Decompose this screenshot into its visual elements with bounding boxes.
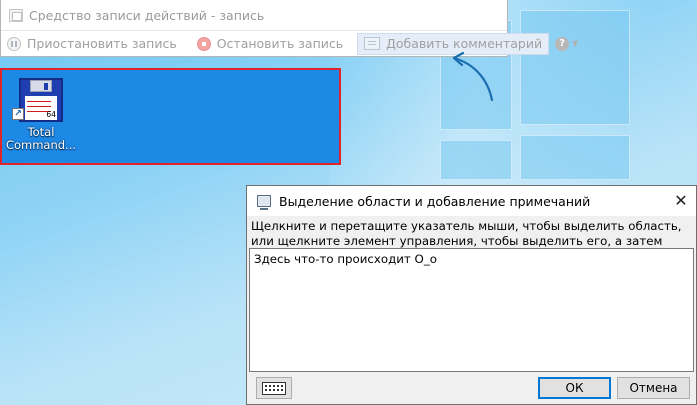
- wallpaper-window-pane: [440, 140, 512, 180]
- stop-icon: [196, 36, 211, 51]
- ok-button[interactable]: ОК: [538, 377, 611, 399]
- recorder-app-icon: [9, 8, 23, 22]
- recorder-toolbar: Приостановить запись Остановить запись Д…: [1, 30, 578, 56]
- stop-record-button[interactable]: Остановить запись: [191, 33, 349, 55]
- dialog-title: Выделение области и добавление примечани…: [279, 193, 591, 209]
- close-icon[interactable]: ✕: [666, 186, 696, 216]
- icon-label-line2: Command...: [5, 138, 77, 152]
- wallpaper-window-pane: [520, 10, 630, 125]
- keyboard-icon: [262, 381, 286, 395]
- monitor-icon: [257, 195, 271, 210]
- annotation-arrow: [452, 51, 494, 102]
- pause-icon: [7, 36, 21, 51]
- comment-textarea[interactable]: Здесь что-то происходит О_о: [249, 248, 694, 372]
- help-dropdown-button[interactable]: ? ▼: [555, 36, 579, 51]
- help-icon: ?: [555, 36, 570, 51]
- chevron-down-icon: ▼: [572, 39, 579, 48]
- selected-region[interactable]: 64 ↗ Total Command...: [0, 68, 341, 165]
- desktop-icon-label: Total Command...: [6, 126, 76, 152]
- pause-record-label: Приостановить запись: [27, 36, 177, 51]
- floppy-disk-icon: 64: [19, 78, 63, 122]
- steps-recorder-window: Средство записи действий - запись Приост…: [0, 0, 578, 57]
- shortcut-arrow-icon: ↗: [12, 108, 24, 120]
- recorder-title: Средство записи действий - запись: [29, 7, 265, 23]
- add-comment-label: Добавить комментарий: [386, 36, 543, 51]
- on-screen-keyboard-button[interactable]: [256, 377, 292, 399]
- comment-icon: [364, 37, 381, 50]
- dialog-instructions: Щелкните и перетащите указатель мыши, чт…: [251, 219, 682, 263]
- desktop-icon-total-commander[interactable]: 64 ↗ Total Command...: [4, 78, 78, 152]
- pause-record-button[interactable]: Приостановить запись: [1, 33, 183, 55]
- dialog-titlebar: Выделение области и добавление примечани…: [247, 186, 696, 216]
- dialog-button-bar: ОК Отмена: [247, 374, 696, 404]
- comment-dialog: Выделение области и добавление примечани…: [246, 185, 697, 405]
- wallpaper-window-pane: [520, 135, 630, 180]
- stop-record-label: Остановить запись: [216, 36, 344, 51]
- recorder-titlebar: Средство записи действий - запись: [9, 5, 264, 25]
- cancel-button[interactable]: Отмена: [617, 377, 690, 399]
- icon-badge: 64: [46, 110, 56, 119]
